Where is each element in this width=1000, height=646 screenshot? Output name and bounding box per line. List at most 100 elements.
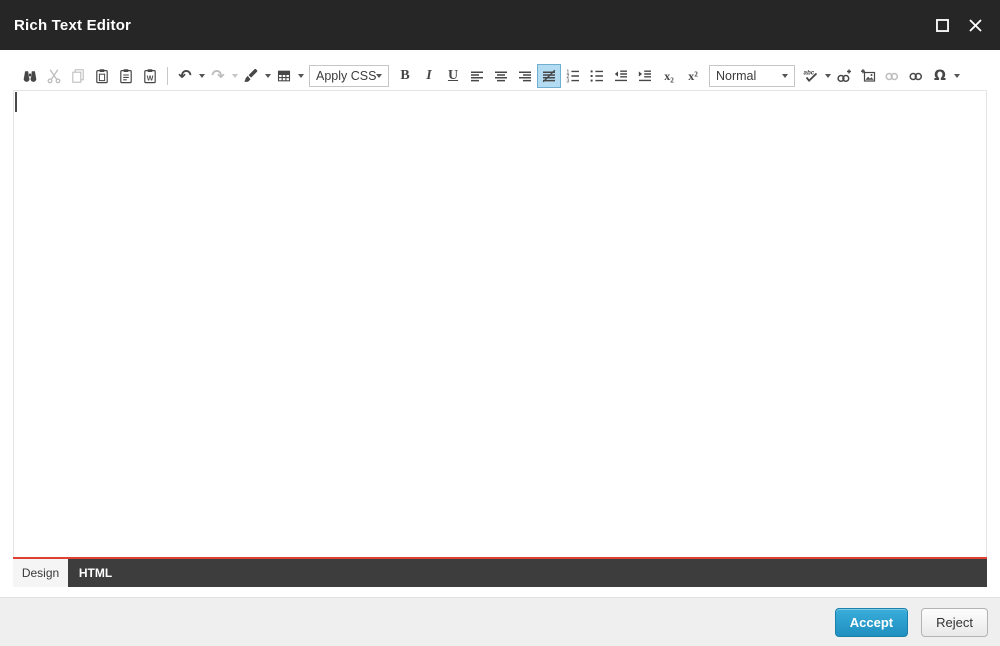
window-controls — [933, 16, 984, 34]
text-cursor — [15, 92, 17, 112]
rich-text-editor-dialog: Rich Text Editor W ↶ ↷ Apply CSS ... B IU 123 x… — [0, 0, 1000, 646]
insert-table-dropdown-arrow[interactable] — [296, 64, 305, 88]
insert-image-button[interactable] — [856, 64, 880, 88]
tab-design-label: Design — [21, 566, 60, 580]
align-left-button[interactable] — [465, 64, 489, 88]
insert-table-icon — [276, 68, 292, 84]
cut-button — [42, 64, 66, 88]
copy-icon — [70, 68, 86, 84]
italic-button[interactable]: I — [417, 64, 441, 88]
apply-css-dropdown[interactable]: Apply CSS ... — [309, 65, 389, 87]
dialog-titlebar: Rich Text Editor — [0, 0, 1000, 50]
bold-icon: B — [400, 68, 410, 83]
justify-none-icon — [541, 68, 557, 84]
align-right-button[interactable] — [513, 64, 537, 88]
paste-from-word-icon: W — [142, 68, 158, 84]
chevron-down-icon — [376, 74, 382, 78]
undo-button[interactable]: ↶ — [173, 64, 197, 88]
spell-check-dropdown-arrow[interactable] — [823, 64, 832, 88]
insert-link-icon — [836, 68, 852, 84]
mode-tabstrip: Design HTML — [13, 559, 987, 587]
format-painter-dropdown-arrow[interactable] — [263, 64, 272, 88]
redo-icon: ↷ — [211, 66, 225, 85]
italic-icon: I — [426, 68, 432, 83]
indent-button[interactable] — [633, 64, 657, 88]
indent-icon — [637, 68, 653, 84]
tab-design[interactable]: Design — [13, 559, 68, 587]
close-button[interactable] — [966, 16, 984, 34]
accept-button[interactable]: Accept — [834, 607, 909, 637]
unordered-list-icon — [589, 68, 605, 84]
superscript-button[interactable]: x² — [681, 64, 705, 88]
tab-html-label: HTML — [78, 566, 113, 580]
chevron-down-icon — [953, 74, 960, 78]
copy-button — [66, 64, 90, 88]
chevron-down-icon — [824, 74, 831, 78]
svg-text:abc: abc — [804, 70, 815, 77]
reject-button[interactable]: Reject — [921, 607, 988, 637]
paste-plain-text-button[interactable] — [114, 64, 138, 88]
underline-button[interactable]: U — [441, 64, 465, 88]
underline-icon: U — [447, 68, 459, 83]
apply-css-dropdown-value: Apply CSS ... — [316, 69, 376, 83]
svg-text:3: 3 — [566, 79, 569, 85]
toolbar: W ↶ ↷ Apply CSS ... B IU 123 x₂ x² Normal abc Ω — [13, 50, 987, 90]
special-characters-icon: Ω — [934, 68, 946, 84]
ordered-list-button[interactable]: 123 — [561, 64, 585, 88]
special-characters-button[interactable]: Ω — [928, 64, 952, 88]
dialog-footer: Accept Reject — [0, 597, 1000, 646]
redo-button: ↷ — [206, 64, 230, 88]
outdent-button[interactable] — [609, 64, 633, 88]
find-icon — [22, 68, 38, 84]
format-painter-button[interactable] — [239, 64, 263, 88]
chevron-down-icon — [198, 74, 205, 78]
unlink-button — [880, 64, 904, 88]
paste-icon — [94, 68, 110, 84]
chevron-down-icon — [782, 74, 788, 78]
subscript-icon: x₂ — [664, 69, 674, 83]
bold-button[interactable]: B — [393, 64, 417, 88]
editor-content[interactable] — [13, 90, 987, 557]
maximize-button[interactable] — [933, 16, 951, 34]
outdent-icon — [613, 68, 629, 84]
special-characters-dropdown-arrow[interactable] — [952, 64, 961, 88]
redo-dropdown-arrow — [230, 64, 239, 88]
spell-check-button[interactable]: abc — [799, 64, 823, 88]
insert-image-icon — [860, 68, 876, 84]
unlink-icon — [884, 68, 900, 84]
insert-link-button[interactable] — [832, 64, 856, 88]
undo-icon: ↶ — [178, 66, 192, 85]
dialog-title: Rich Text Editor — [14, 16, 132, 34]
align-right-icon — [517, 68, 533, 84]
chevron-down-icon — [297, 74, 304, 78]
tab-html[interactable]: HTML — [68, 559, 123, 587]
justify-none-button[interactable] — [537, 64, 561, 88]
insert-table-button[interactable] — [272, 64, 296, 88]
align-center-button[interactable] — [489, 64, 513, 88]
cut-icon — [46, 68, 62, 84]
unordered-list-button[interactable] — [585, 64, 609, 88]
close-icon — [967, 17, 984, 34]
ordered-list-icon: 123 — [565, 68, 581, 84]
svg-text:W: W — [147, 76, 154, 83]
chevron-down-icon — [231, 74, 238, 78]
align-center-icon — [493, 68, 509, 84]
paragraph-style-dropdown-value: Normal — [716, 69, 757, 83]
subscript-button[interactable]: x₂ — [657, 64, 681, 88]
maximize-icon — [934, 17, 951, 34]
format-painter-icon — [243, 68, 259, 84]
superscript-icon: x² — [688, 69, 698, 83]
paste-from-word-button[interactable]: W — [138, 64, 162, 88]
editor: W ↶ ↷ Apply CSS ... B IU 123 x₂ x² Normal abc Ω Des… — [13, 50, 987, 587]
paste-button[interactable] — [90, 64, 114, 88]
spell-check-icon: abc — [803, 68, 819, 84]
paste-plain-text-icon — [118, 68, 134, 84]
chevron-down-icon — [264, 74, 271, 78]
paragraph-style-dropdown[interactable]: Normal — [709, 65, 795, 87]
link-manager-icon — [908, 68, 924, 84]
find-button[interactable] — [18, 64, 42, 88]
undo-dropdown-arrow[interactable] — [197, 64, 206, 88]
toolbar-separator — [167, 67, 168, 85]
align-left-icon — [469, 68, 485, 84]
link-manager-button[interactable] — [904, 64, 928, 88]
